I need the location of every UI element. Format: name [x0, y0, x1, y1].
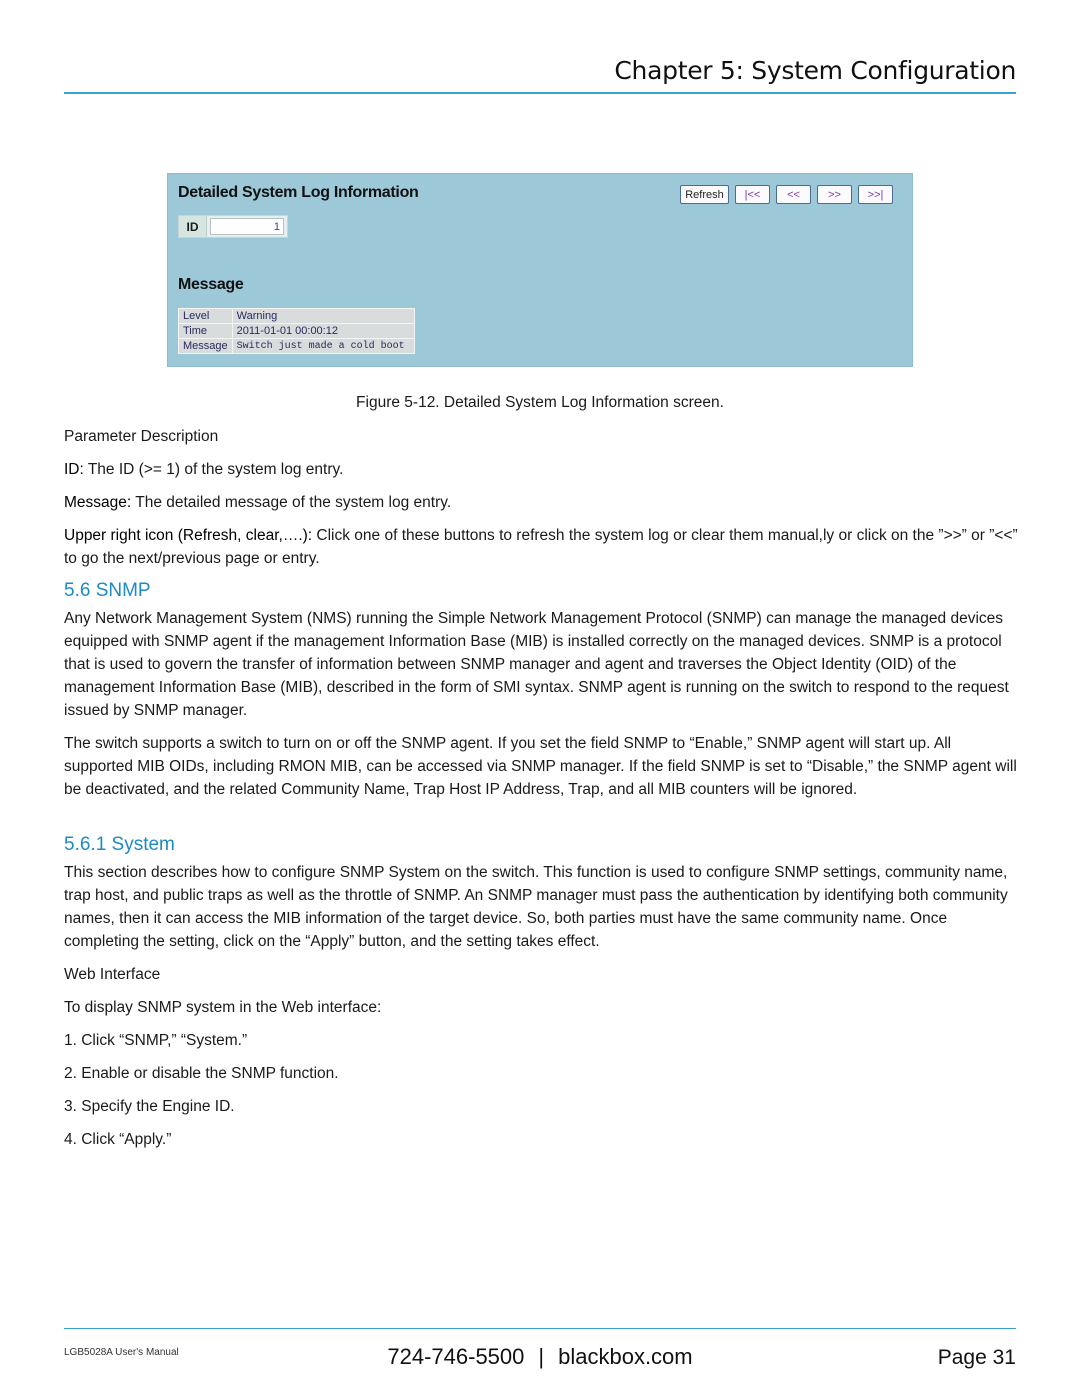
- param-term: Upper right icon (Refresh, clear,….):: [64, 527, 313, 544]
- id-field-group: ID: [178, 215, 288, 238]
- footer-separator: |: [538, 1344, 545, 1369]
- table-row: Time 2011-01-01 00:00:12: [178, 323, 416, 339]
- id-input[interactable]: [210, 218, 284, 235]
- row-key: Message: [178, 338, 233, 354]
- refresh-button[interactable]: Refresh: [680, 185, 729, 204]
- page-number: Page 31: [937, 1346, 1016, 1369]
- message-table: Level Warning Time 2011-01-01 00:00:12 M…: [178, 308, 416, 354]
- step-item: 4. Click “Apply.”: [64, 1131, 172, 1148]
- row-key: Level: [178, 308, 233, 324]
- table-row: Level Warning: [178, 308, 416, 324]
- chapter-title: Chapter 5: System Configuration: [614, 56, 1016, 85]
- next-page-button[interactable]: >>: [817, 185, 852, 204]
- row-value: 2011-01-01 00:00:12: [231, 323, 416, 339]
- section-heading-snmp: 5.6 SNMP: [64, 580, 151, 601]
- footer-contact: 724-746-5500 | blackbox.com: [0, 1344, 1080, 1370]
- step-item: 3. Specify the Engine ID.: [64, 1098, 235, 1115]
- system-paragraph: This section describes how to configure …: [64, 864, 1008, 950]
- param-upper-right-icon: Upper right icon (Refresh, clear,….): Cl…: [64, 524, 1024, 570]
- row-value: Switch just made a cold boot: [231, 338, 416, 354]
- log-info-figure: Detailed System Log Information ID Refre…: [167, 173, 913, 367]
- param-desc: The ID (>= 1) of the system log entry.: [83, 461, 344, 478]
- row-key: Time: [178, 323, 233, 339]
- web-interface-intro: To display SNMP system in the Web interf…: [64, 999, 382, 1016]
- message-title: Message: [178, 276, 244, 293]
- previous-page-button[interactable]: <<: [776, 185, 811, 204]
- section-heading-system: 5.6.1 System: [64, 834, 175, 855]
- figure-caption: Figure 5-12. Detailed System Log Informa…: [356, 394, 724, 411]
- figure-toolbar: Refresh |<< << >> >>|: [680, 185, 893, 204]
- table-row: Message Switch just made a cold boot: [178, 338, 416, 354]
- web-interface-heading: Web Interface: [64, 966, 161, 983]
- snmp-paragraph-1: Any Network Management System (NMS) runn…: [64, 610, 1009, 719]
- step-item: 1. Click “SNMP,” “System.”: [64, 1032, 248, 1049]
- footer-divider: [64, 1328, 1016, 1329]
- param-term: ID:: [64, 461, 84, 478]
- param-desc: The detailed message of the system log e…: [131, 494, 452, 511]
- snmp-paragraph-2: The switch supports a switch to turn on …: [64, 735, 1017, 798]
- param-term: Message:: [64, 494, 132, 511]
- step-item: 2. Enable or disable the SNMP function.: [64, 1065, 339, 1082]
- parameter-heading: Parameter Description: [64, 428, 219, 445]
- phone-number: 724-746-5500: [387, 1344, 525, 1369]
- param-message: Message: The detailed message of the sys…: [64, 491, 1024, 514]
- figure-title: Detailed System Log Information: [178, 184, 419, 201]
- row-value: Warning: [231, 308, 416, 324]
- first-page-button[interactable]: |<<: [735, 185, 770, 204]
- param-id: ID: The ID (>= 1) of the system log entr…: [64, 458, 1024, 481]
- header-divider: [64, 92, 1016, 94]
- id-label: ID: [179, 216, 207, 237]
- last-page-button[interactable]: >>|: [858, 185, 893, 204]
- website-link[interactable]: blackbox.com: [558, 1344, 693, 1369]
